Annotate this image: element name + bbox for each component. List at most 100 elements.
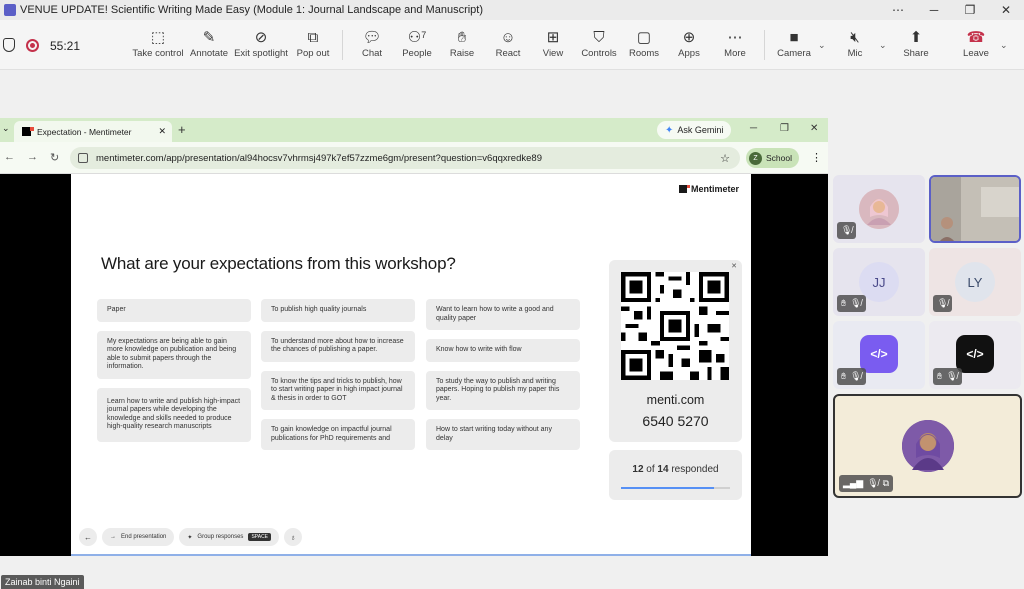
restore-icon[interactable]: ❐	[952, 3, 988, 17]
share-button[interactable]: ⬆ Share	[886, 28, 946, 59]
responded-count: 12	[632, 464, 644, 475]
url-text: mentimeter.com/app/presentation/al94hocs…	[96, 152, 542, 164]
response-column-3: Want to learn how to write a good and qu…	[426, 299, 580, 481]
back-arrow-icon[interactable]: ←	[4, 151, 15, 163]
response-card: To study the way to publish and writing …	[426, 370, 580, 410]
arrow-right-icon: →	[110, 534, 116, 540]
muted-indicator: ✋︎ 🎙︎̸	[837, 295, 866, 312]
teams-icon	[4, 4, 16, 16]
screen-share-icon: ⧉	[882, 478, 890, 488]
profile-button[interactable]: Z School	[746, 148, 799, 168]
slide-progress-line	[71, 554, 751, 556]
response-card: Want to learn how to write a good and qu…	[426, 299, 580, 330]
response-card: To publish high quality journals	[261, 299, 415, 322]
qr-close-icon[interactable]: ✕	[731, 262, 737, 270]
participant-tile[interactable]: 🎙︎̸	[833, 175, 925, 243]
annotate-button[interactable]: ✎ Annotate	[179, 28, 239, 59]
recording-icon	[26, 39, 39, 52]
response-card: My expectations are being able to gain m…	[97, 330, 251, 379]
ask-gemini-button[interactable]: ✦ Ask Gemini	[657, 121, 732, 139]
more-button[interactable]: ⋯ More	[705, 28, 765, 59]
total-count: 14	[657, 464, 669, 475]
leave-options-chevron-icon[interactable]: ⌄	[1000, 40, 1008, 51]
mic-off-icon: 🎙︎̸	[946, 371, 958, 381]
reload-icon[interactable]: ↻	[50, 151, 59, 164]
more-options-icon[interactable]: ⋯	[880, 3, 916, 17]
mentimeter-favicon	[22, 127, 34, 136]
participant-tile-video[interactable]	[929, 175, 1021, 243]
response-count-text: 12 of 14 responded	[632, 464, 719, 475]
response-column-1: Paper My expectations are being able to …	[97, 299, 251, 481]
more-icon: ⋯	[727, 29, 743, 46]
participant-initials-avatar: LY	[955, 262, 995, 302]
participant-tile-jj[interactable]: JJ ✋︎ 🎙︎̸	[833, 248, 925, 316]
shortcut-key: SPACE	[248, 533, 272, 541]
browser-tab-active[interactable]: Expectation - Mentimeter ✕	[14, 121, 172, 142]
qr-code-image	[621, 272, 729, 380]
tab-close-icon[interactable]: ✕	[158, 126, 166, 137]
join-url: menti.com	[646, 393, 705, 407]
participant-tile-app-1[interactable]: </> ✋︎ 🎙︎̸	[833, 321, 925, 389]
previous-slide-button[interactable]: ←	[79, 528, 97, 546]
browser-close-icon[interactable]: ✕	[810, 123, 818, 134]
participant-tile-app-2[interactable]: </> ✋︎ 🎙︎̸	[929, 321, 1021, 389]
browser-restore-icon[interactable]: ❐	[780, 123, 789, 134]
muted-indicator: ✋︎ 🎙︎̸	[837, 368, 866, 385]
mentimeter-logo: Mentimeter	[678, 184, 739, 194]
presenter-tile[interactable]: ▂▄▆ 🎙︎̸ ⧉	[833, 394, 1022, 498]
muted-indicator: 🎙︎̸	[837, 222, 857, 239]
hint-button[interactable]: ♁	[284, 528, 303, 546]
shield-icon[interactable]	[3, 38, 15, 52]
app-avatar-code-icon: </>	[860, 335, 898, 373]
close-icon[interactable]: ✕	[988, 3, 1024, 17]
bookmark-star-icon[interactable]: ☆	[720, 152, 730, 165]
window-title-bar: VENUE UPDATE! Scientific Writing Made Ea…	[0, 0, 1024, 20]
end-presentation-button[interactable]: → End presentation	[102, 528, 175, 546]
response-card: Paper	[97, 299, 251, 322]
pop-out-button[interactable]: ⧉ Pop out	[283, 28, 343, 59]
response-card: Know how to write with flow	[426, 339, 580, 362]
site-info-icon[interactable]	[78, 153, 88, 163]
join-code: 6540 5270	[642, 413, 709, 429]
window-title: VENUE UPDATE! Scientific Writing Made Ea…	[20, 4, 484, 16]
meeting-timer: 55:21	[50, 39, 81, 53]
url-field[interactable]: mentimeter.com/app/presentation/al94hocs…	[70, 147, 740, 169]
leave-button[interactable]: ☎︎ Leave	[946, 28, 1006, 59]
mic-button[interactable]: 🔇︎ Mic	[825, 28, 885, 59]
camera-button[interactable]: ■ Camera	[764, 28, 824, 59]
new-tab-plus-icon[interactable]: +	[178, 122, 186, 137]
browser-minimize-icon[interactable]: ─	[750, 123, 757, 134]
response-count-card: 12 of 14 responded	[609, 450, 742, 500]
mic-off-icon: 🎙︎̸	[850, 371, 862, 381]
muted-indicator: 🎙︎̸	[933, 295, 953, 312]
response-card: Learn how to write and publish high-impa…	[97, 387, 251, 442]
exit-spotlight-button[interactable]: ⊘ Exit spotlight	[231, 28, 291, 59]
app-avatar-code-icon: </>	[956, 335, 994, 373]
pop-out-icon: ⧉	[307, 29, 319, 46]
presenter-photo-avatar	[902, 420, 954, 472]
back-arrow-icon: ←	[84, 532, 92, 542]
muted-indicator: ✋︎ 🎙︎̸	[933, 368, 962, 385]
minimize-icon[interactable]: ─	[916, 3, 952, 17]
browser-menu-icon[interactable]: ⋮	[811, 151, 822, 164]
response-card: How to start writing today without any d…	[426, 419, 580, 450]
participant-gallery: 🎙︎̸ JJ ✋︎ 🎙︎̸ LY 🎙︎̸ </> ✋︎ 🎙︎̸ </> ✋︎ 🎙︎̸ …	[831, 71, 1024, 589]
mentimeter-mark-icon	[678, 185, 690, 193]
browser-tab-bar: ⌄ Expectation - Mentimeter ✕ + ✦ Ask Gem…	[0, 118, 828, 142]
presenter-name-tag: Zainab binti Ngaini	[1, 575, 84, 589]
person-photo-icon	[902, 420, 954, 472]
lightbulb-icon: ♁	[290, 532, 297, 542]
mentimeter-slide: Mentimeter What are your expectations fr…	[71, 174, 751, 556]
hand-icon: ✋︎	[841, 298, 847, 308]
slide-question: What are your expectations from this wor…	[101, 254, 456, 273]
join-card: ✕ menti.com 6540 5270	[609, 260, 742, 442]
forward-arrow-icon[interactable]: →	[27, 151, 38, 163]
group-responses-button[interactable]: ✦ Group responses SPACE	[179, 528, 280, 546]
tab-search-chevron-icon[interactable]: ⌄	[2, 123, 10, 134]
shared-browser-window: ⌄ Expectation - Mentimeter ✕ + ✦ Ask Gem…	[0, 118, 828, 556]
person-photo-icon	[859, 189, 899, 229]
mic-off-icon: 🎙︎̸	[937, 298, 949, 308]
presenter-controls: ← → End presentation ✦ Group responses S…	[79, 527, 303, 547]
participant-tile-ly[interactable]: LY 🎙︎̸	[929, 248, 1021, 316]
tab-title: Expectation - Mentimeter	[37, 126, 132, 137]
